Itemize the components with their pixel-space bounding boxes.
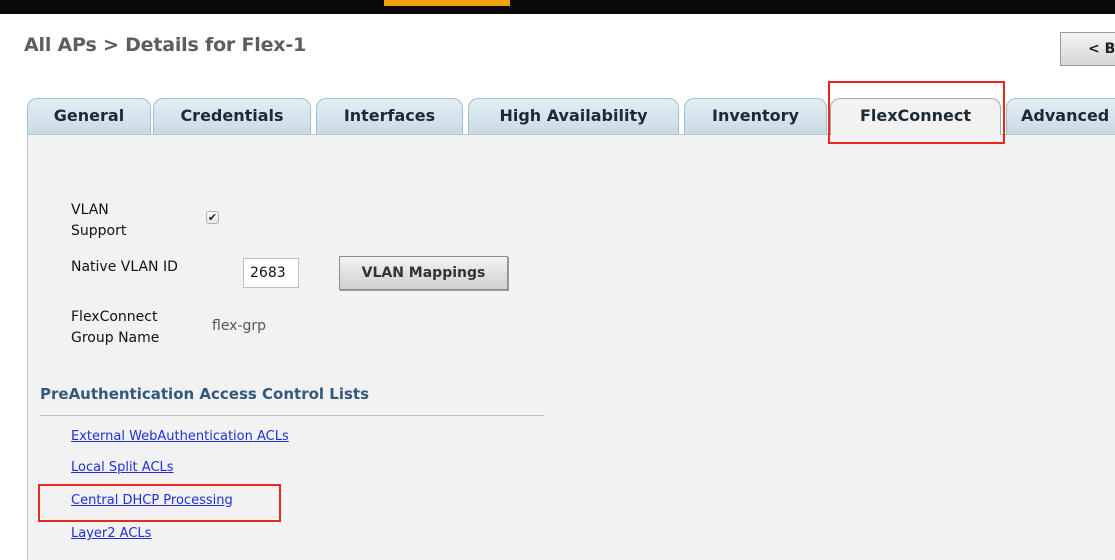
tab-interfaces[interactable]: Interfaces: [316, 98, 463, 134]
vlan-support-checkbox[interactable]: ✔: [206, 211, 219, 224]
preauth-acl-section-title: PreAuthentication Access Control Lists: [40, 385, 369, 403]
vlan-support-label-line2: Support: [71, 223, 127, 239]
external-webauth-acls-link[interactable]: External WebAuthentication ACLs: [71, 429, 289, 444]
group-name-label-line1: FlexConnect: [71, 309, 158, 325]
native-vlan-label: Native VLAN ID: [71, 259, 178, 275]
tab-high-availability[interactable]: High Availability: [468, 98, 679, 134]
top-banner: [0, 0, 1115, 14]
flexconnect-tab-highlight: [828, 81, 1005, 144]
vlan-support-label-line1: VLAN: [71, 202, 109, 218]
vlan-support-label: VLAN Support: [71, 200, 126, 242]
native-vlan-input[interactable]: [243, 258, 299, 288]
tab-general[interactable]: General: [27, 98, 151, 134]
section-divider: [40, 415, 544, 416]
layer2-acls-link[interactable]: Layer2 ACLs: [71, 526, 151, 541]
tab-credentials[interactable]: Credentials: [153, 98, 311, 134]
local-split-acls-link[interactable]: Local Split ACLs: [71, 460, 174, 475]
back-button[interactable]: < B: [1060, 32, 1115, 66]
group-name-label: FlexConnect Group Name: [71, 307, 159, 349]
tab-advanced[interactable]: Advanced: [1006, 98, 1115, 134]
vlan-mappings-button[interactable]: VLAN Mappings: [339, 256, 508, 290]
group-name-label-line2: Group Name: [71, 330, 160, 346]
top-banner-accent: [384, 0, 510, 6]
tab-inventory[interactable]: Inventory: [684, 98, 827, 134]
breadcrumb: All APs > Details for Flex-1: [24, 34, 307, 56]
checkmark-icon: ✔: [207, 211, 218, 224]
group-name-value: flex-grp: [212, 318, 267, 334]
central-dhcp-highlight: [38, 484, 281, 522]
